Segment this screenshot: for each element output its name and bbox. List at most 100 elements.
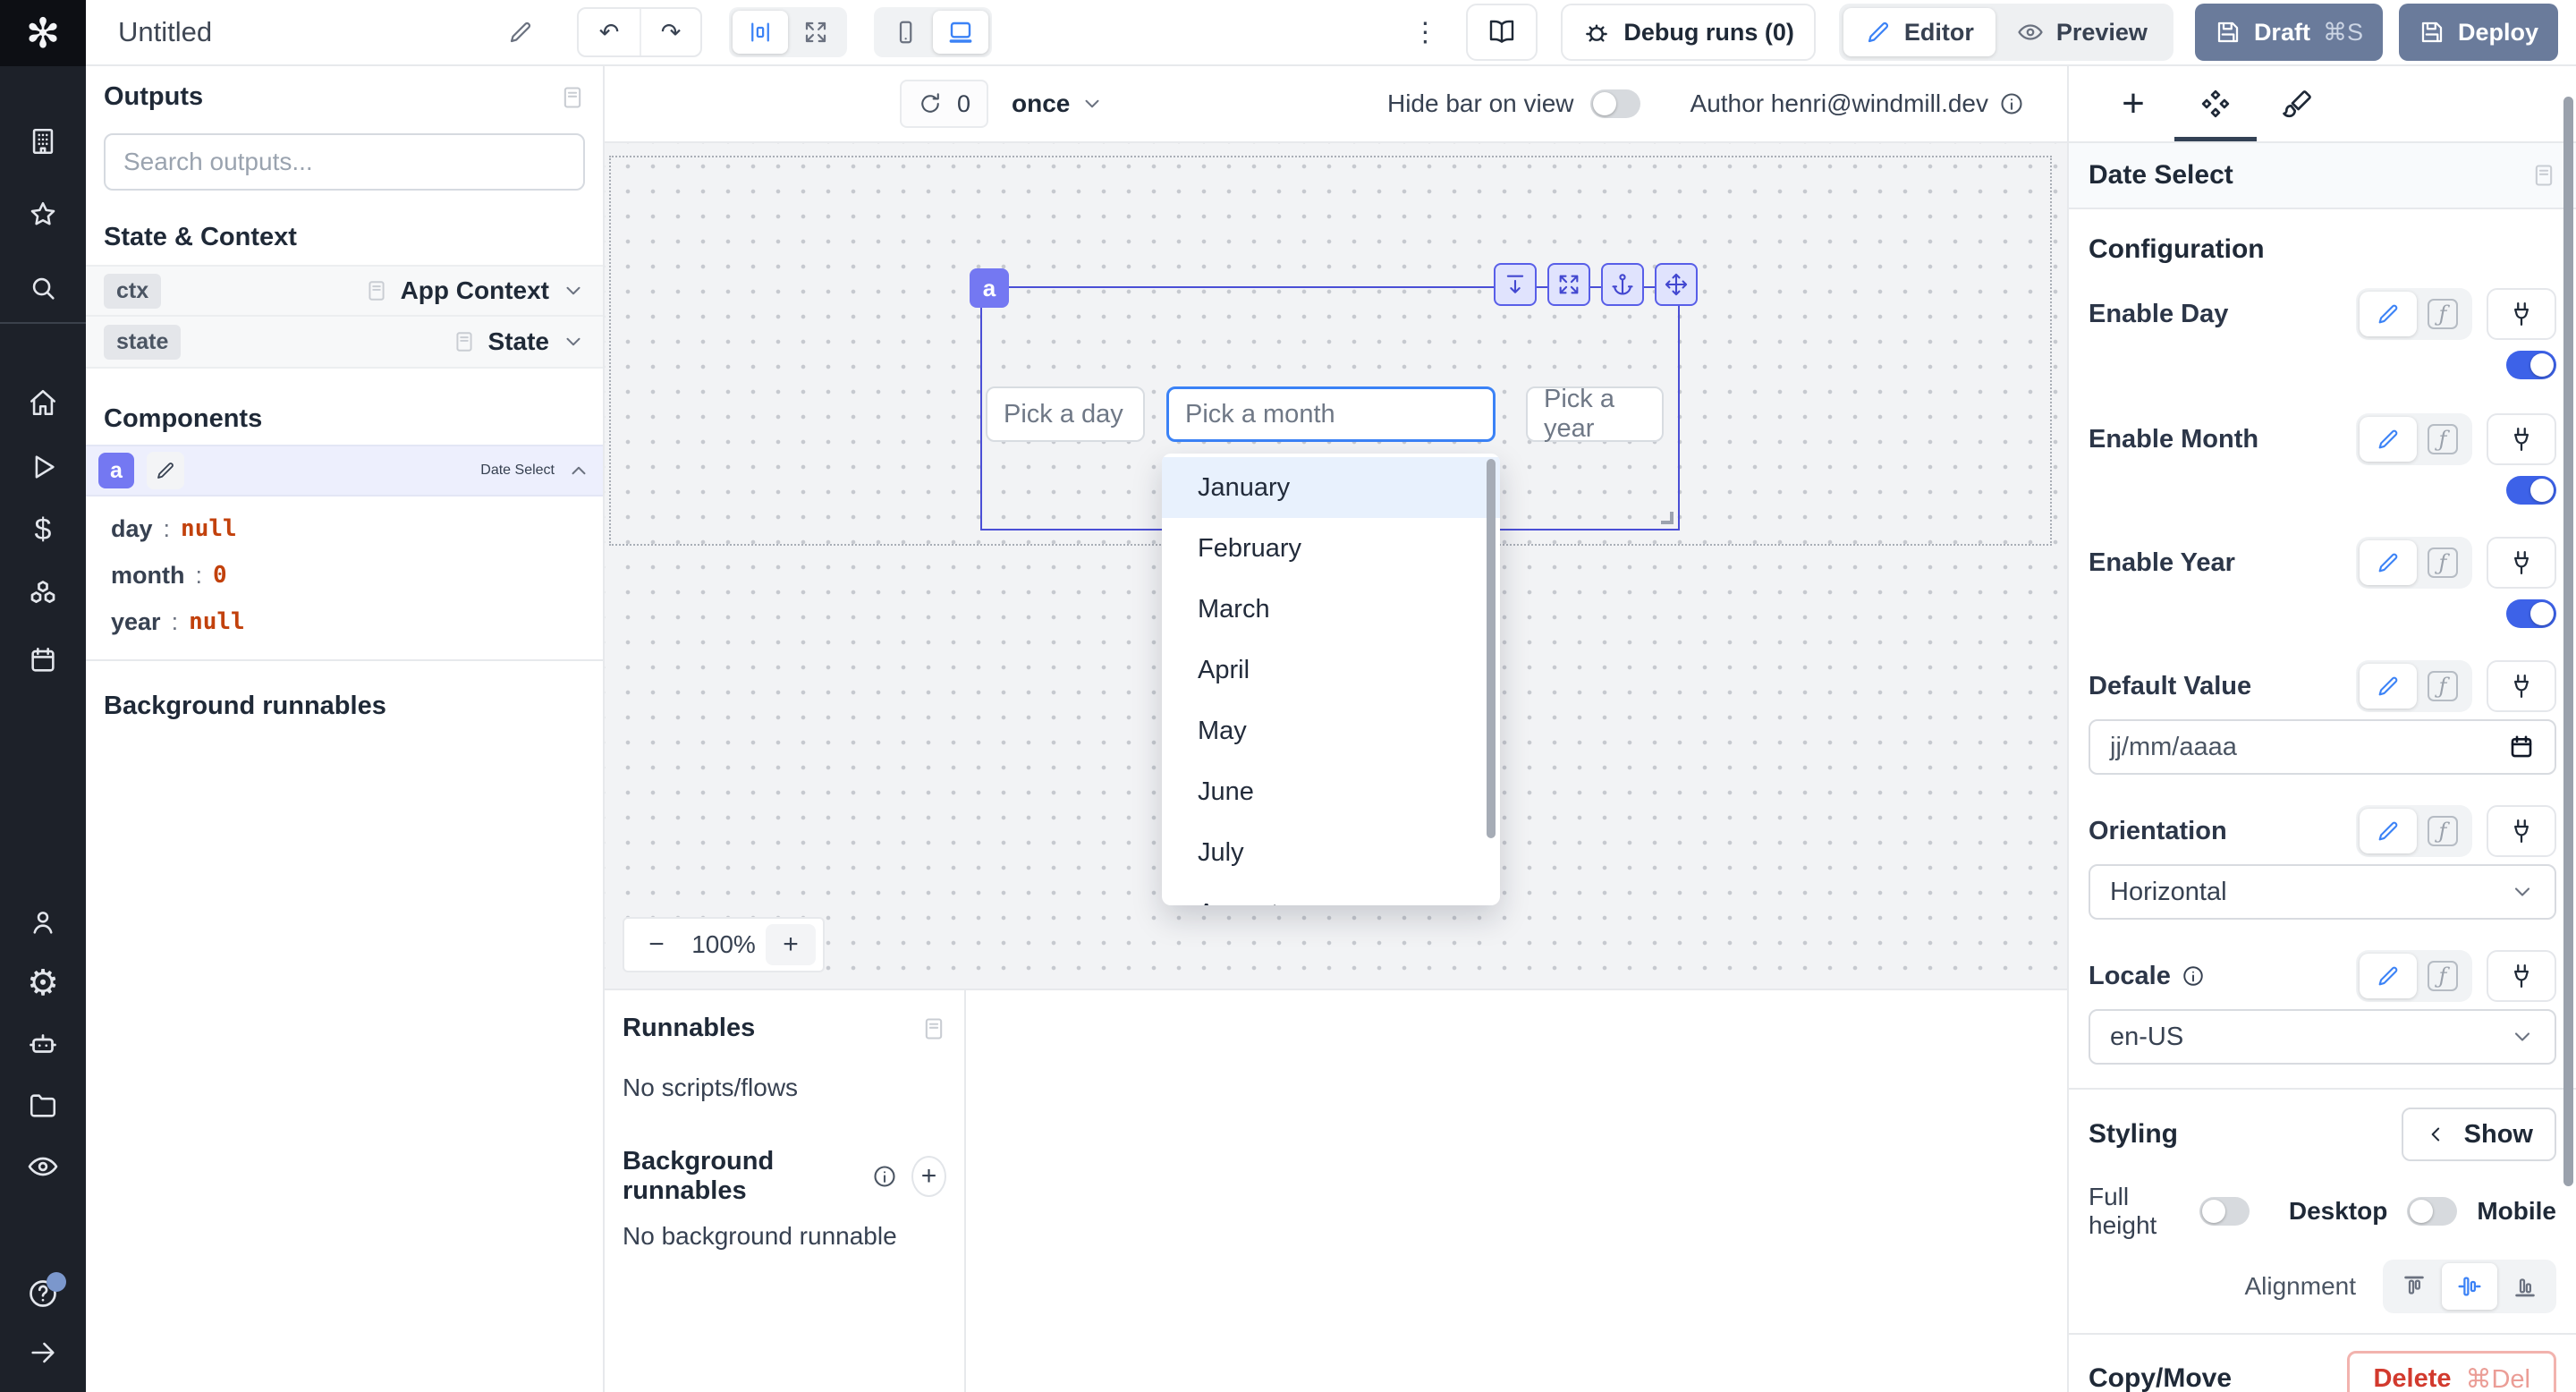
month-option-february[interactable]: February: [1162, 518, 1500, 579]
deploy-button[interactable]: Deploy: [2399, 4, 2558, 61]
undo-button[interactable]: ↶: [579, 9, 640, 55]
full-height-toggle[interactable]: [2199, 1197, 2250, 1226]
component-row-a[interactable]: a Date Select: [86, 445, 603, 497]
favorites-star-icon[interactable]: [25, 197, 61, 233]
refresh-mode-select[interactable]: once: [1012, 89, 1104, 118]
enable-day-toggle[interactable]: [2506, 351, 2556, 379]
connect-plug-button[interactable]: [2487, 950, 2556, 1002]
help-icon[interactable]: [25, 1276, 61, 1311]
month-option-august[interactable]: August: [1162, 883, 1500, 905]
month-option-july[interactable]: July: [1162, 822, 1500, 883]
function-mode-button[interactable]: ƒ: [2417, 299, 2469, 329]
debug-runs-button[interactable]: Debug runs (0): [1561, 4, 1816, 61]
tab-editor[interactable]: Editor: [1843, 8, 1996, 56]
info-icon[interactable]: [1999, 91, 2024, 116]
align-center-button[interactable]: [2442, 1263, 2497, 1310]
expand-icon[interactable]: [1547, 263, 1590, 306]
schedules-calendar-icon[interactable]: [25, 642, 61, 678]
static-mode-pencil-button[interactable]: [2360, 540, 2417, 585]
zoom-in-button[interactable]: +: [766, 924, 816, 965]
function-mode-button[interactable]: ƒ: [2417, 547, 2469, 578]
component-doc-icon[interactable]: [2531, 163, 2556, 188]
docs-book-button[interactable]: [1466, 4, 1538, 61]
month-option-april[interactable]: April: [1162, 640, 1500, 700]
settings-gear-icon[interactable]: ⚙: [25, 965, 61, 1001]
mobile-view-button[interactable]: [877, 11, 933, 54]
move-icon[interactable]: [1655, 263, 1698, 306]
desktop-toggle[interactable]: [2407, 1197, 2457, 1226]
tab-component-settings[interactable]: [2174, 66, 2257, 141]
function-mode-button[interactable]: ƒ: [2417, 961, 2469, 991]
output-field-year[interactable]: year : null: [111, 598, 603, 645]
edit-title-pencil-icon[interactable]: [507, 19, 534, 46]
tab-insert-component[interactable]: +: [2092, 66, 2174, 141]
info-icon[interactable]: [872, 1164, 897, 1189]
locale-select[interactable]: en-US: [2089, 1009, 2556, 1065]
connect-plug-button[interactable]: [2487, 537, 2556, 589]
workspace-building-icon[interactable]: [25, 123, 61, 159]
desktop-view-button[interactable]: [933, 11, 988, 54]
output-field-month[interactable]: month : 0: [111, 552, 603, 598]
rename-pencil-icon[interactable]: [147, 452, 184, 489]
zoom-out-button[interactable]: −: [631, 924, 682, 965]
users-icon[interactable]: [25, 904, 61, 940]
fullwidth-layout-button[interactable]: [788, 11, 843, 54]
hide-bar-toggle[interactable]: [1590, 89, 1640, 118]
orientation-select[interactable]: Horizontal: [2089, 864, 2556, 920]
connect-plug-button[interactable]: [2487, 413, 2556, 465]
folders-icon[interactable]: [25, 1088, 61, 1124]
component-badge[interactable]: a: [970, 268, 1009, 308]
home-icon[interactable]: [25, 385, 61, 420]
connect-plug-button[interactable]: [2487, 288, 2556, 340]
dropdown-scrollbar[interactable]: [1487, 459, 1496, 838]
windmill-logo-icon[interactable]: ✻: [0, 0, 86, 66]
tab-preview[interactable]: Preview: [1996, 8, 2169, 56]
pick-day-input[interactable]: Pick a day: [986, 386, 1145, 442]
static-mode-pencil-button[interactable]: [2360, 417, 2417, 462]
calendar-icon[interactable]: [2508, 734, 2535, 760]
align-bottom-button[interactable]: [2497, 1263, 2553, 1310]
state-row[interactable]: state State: [86, 317, 603, 369]
chevron-up-icon[interactable]: [567, 459, 590, 482]
draft-button[interactable]: Draft ⌘S: [2195, 4, 2383, 61]
refresh-counter[interactable]: 0: [900, 80, 988, 128]
output-field-day[interactable]: day : null: [111, 505, 603, 552]
dock-down-icon[interactable]: [1494, 263, 1537, 306]
tab-global-styling[interactable]: [2257, 66, 2339, 141]
outputs-doc-icon[interactable]: [560, 85, 585, 110]
more-menu-kebab-icon[interactable]: ⋮: [1407, 17, 1443, 48]
function-mode-button[interactable]: ƒ: [2417, 424, 2469, 454]
function-mode-button[interactable]: ƒ: [2417, 816, 2469, 846]
search-icon[interactable]: [25, 270, 61, 306]
anchor-icon[interactable]: [1601, 263, 1644, 306]
enable-year-toggle[interactable]: [2506, 599, 2556, 628]
connect-plug-button[interactable]: [2487, 660, 2556, 712]
info-icon[interactable]: [2182, 964, 2205, 988]
runs-play-icon[interactable]: [25, 449, 61, 485]
static-mode-pencil-button[interactable]: [2360, 809, 2417, 853]
enable-month-toggle[interactable]: [2506, 476, 2556, 505]
usage-dollar-icon[interactable]: $: [25, 512, 61, 547]
redo-button[interactable]: ↷: [640, 9, 700, 55]
resize-handle[interactable]: [1661, 512, 1674, 524]
static-mode-pencil-button[interactable]: [2360, 954, 2417, 998]
delete-component-button[interactable]: Delete ⌘Del: [2347, 1351, 2556, 1392]
runnables-doc-icon[interactable]: [921, 1016, 946, 1041]
month-option-january[interactable]: January: [1162, 457, 1500, 518]
default-value-date-input[interactable]: jj/mm/aaaa: [2089, 719, 2556, 775]
expand-rail-arrow-icon[interactable]: [25, 1335, 61, 1371]
show-styling-button[interactable]: Show: [2402, 1108, 2556, 1161]
pick-year-input[interactable]: Pick a year: [1526, 386, 1664, 442]
search-outputs-input[interactable]: [123, 148, 565, 176]
app-canvas[interactable]: a Pick a day Pick a month Pick a year Ja…: [605, 143, 2067, 989]
page-scrollbar[interactable]: [2563, 97, 2573, 1186]
align-top-button[interactable]: [2386, 1263, 2442, 1310]
month-option-june[interactable]: June: [1162, 761, 1500, 822]
month-option-march[interactable]: March: [1162, 579, 1500, 640]
resources-cubes-icon[interactable]: [25, 576, 61, 612]
connect-plug-button[interactable]: [2487, 805, 2556, 857]
add-background-runnable-button[interactable]: +: [911, 1156, 946, 1197]
pick-month-input[interactable]: Pick a month: [1166, 386, 1496, 442]
centered-layout-button[interactable]: [733, 11, 788, 54]
month-option-may[interactable]: May: [1162, 700, 1500, 761]
